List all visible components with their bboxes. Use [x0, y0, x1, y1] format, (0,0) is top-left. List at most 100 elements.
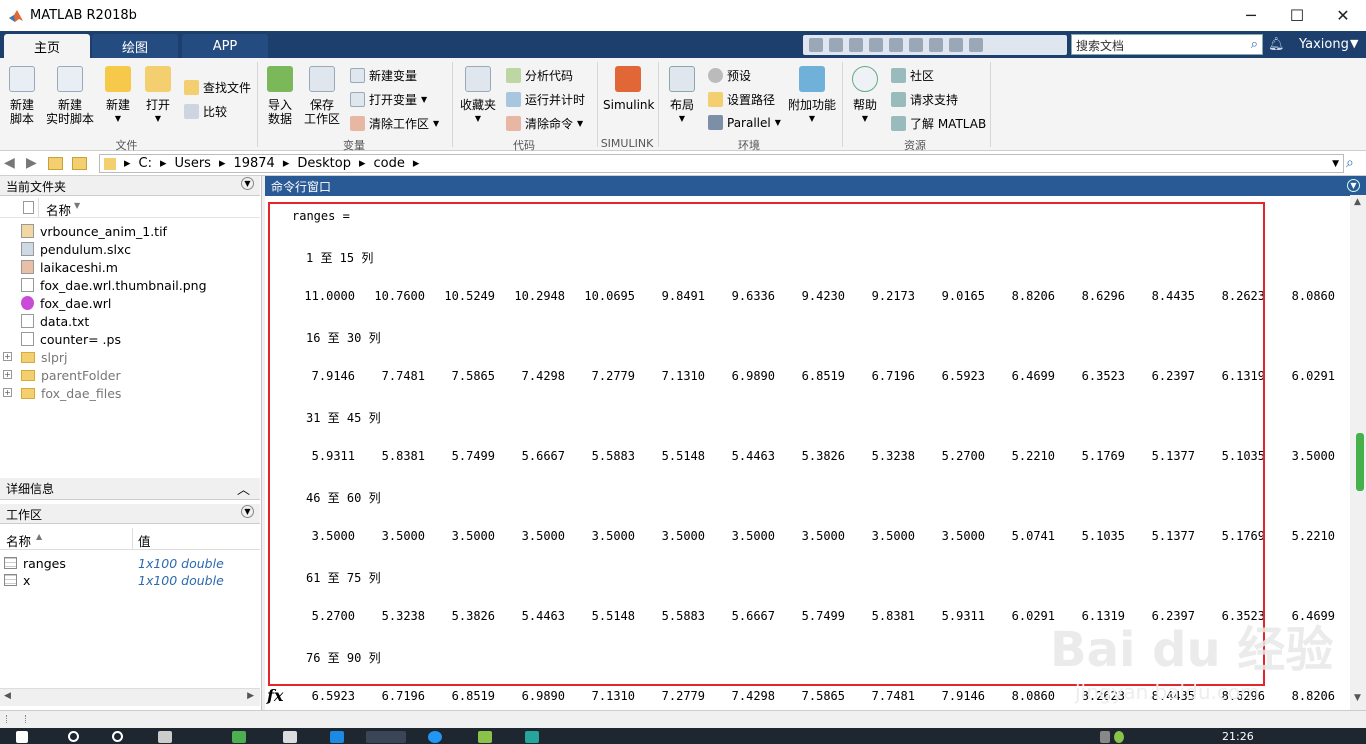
new-script-button[interactable]: 新建 脚本 — [5, 66, 39, 126]
scrollbar-thumb[interactable] — [1356, 433, 1364, 491]
search-icon[interactable]: ⌕ — [1251, 37, 1258, 52]
scroll-up-icon[interactable]: ▲ — [1354, 197, 1361, 207]
workspace-table-header[interactable]: 名称 ▲ 值 — [0, 528, 260, 550]
cortana-icon[interactable] — [112, 731, 123, 742]
clear-workspace-button[interactable]: 清除工作区 ▼ — [350, 115, 439, 132]
workspace-variable-row[interactable]: ranges 1x100 double — [0, 554, 258, 572]
save-icon[interactable] — [829, 38, 843, 52]
workspace-variable-row[interactable]: x 1x100 double — [0, 571, 258, 589]
panel-menu-icon[interactable]: ▼ — [241, 177, 254, 190]
taskbar-clock[interactable]: 21:26 — [1222, 730, 1254, 743]
search-icon[interactable]: ⌕ — [1346, 155, 1354, 171]
app-round-blue-icon[interactable] — [428, 731, 442, 743]
breadcrumb-user[interactable]: 19874 — [233, 156, 274, 171]
switch-windows-icon[interactable] — [949, 38, 963, 52]
command-window-output[interactable]: ranges = 1 至 15 列 11.0000 10.7600 10.5249 10… — [265, 196, 1351, 710]
forward-arrow-icon[interactable]: ▶ — [26, 155, 37, 171]
close-button[interactable]: ✕ — [1320, 0, 1366, 31]
file-list-item[interactable]: fox_dae.wrl.thumbnail.png — [0, 276, 258, 294]
file-list-item[interactable]: counter= .ps — [0, 330, 258, 348]
file-list-item[interactable]: + parentFolder — [0, 366, 258, 384]
app-lime-icon[interactable] — [478, 731, 492, 743]
cut-icon[interactable] — [849, 38, 863, 52]
breadcrumb-desktop[interactable]: Desktop — [297, 156, 351, 171]
breadcrumb-users[interactable]: Users — [175, 156, 211, 171]
community-button[interactable]: 社区 — [891, 67, 934, 84]
user-account[interactable]: Yaxiong — [1299, 37, 1349, 52]
back-arrow-icon[interactable]: ◀ — [4, 155, 15, 171]
preferences-button[interactable]: 预设 — [708, 67, 751, 84]
chevron-up-icon[interactable]: ︿ — [237, 479, 250, 498]
new-button[interactable]: 新建 ▼ — [101, 66, 135, 126]
tray-icon[interactable] — [1114, 731, 1124, 743]
scroll-down-icon[interactable]: ▼ — [1354, 693, 1361, 703]
chevron-down-icon[interactable]: ▼ — [1332, 159, 1339, 169]
maximize-button[interactable]: ☐ — [1274, 0, 1320, 31]
expand-plus-icon[interactable]: + — [3, 388, 12, 397]
file-list-item[interactable]: + fox_dae_files — [0, 384, 258, 402]
find-files-button[interactable]: 查找文件 — [184, 79, 251, 96]
file-list-item[interactable]: + slprj — [0, 348, 258, 366]
current-folder-path[interactable]: ▸ C: ▸ Users ▸ 19874 ▸ Desktop ▸ code ▸ … — [99, 154, 1344, 173]
parallel-button[interactable]: Parallel ▼ — [708, 115, 781, 130]
new-variable-button[interactable]: 新建变量 — [350, 67, 417, 84]
add-ons-button[interactable]: 附加功能 ▼ — [788, 66, 836, 126]
open-button[interactable]: 打开 ▼ — [141, 66, 175, 126]
breadcrumb-c[interactable]: C: — [139, 156, 152, 171]
file-list-item[interactable]: laikaceshi.m — [0, 258, 258, 276]
file-list-item[interactable]: vrbounce_anim_1.tif — [0, 222, 258, 240]
app-teal-icon[interactable] — [525, 731, 539, 743]
expand-plus-icon[interactable]: + — [3, 370, 12, 379]
expand-plus-icon[interactable]: + — [3, 352, 12, 361]
start-icon[interactable] — [16, 731, 28, 743]
favorites-button[interactable]: 收藏夹 ▼ — [459, 66, 497, 126]
help-icon[interactable] — [969, 38, 983, 52]
browse-folder-icon[interactable] — [72, 157, 87, 170]
search-documentation-input[interactable]: 搜索文档 ⌕ — [1071, 34, 1263, 55]
simulink-button[interactable]: Simulink — [603, 66, 654, 112]
run-and-time-button[interactable]: 运行并计时 — [506, 91, 585, 108]
file-list-item[interactable]: fox_dae.wrl — [0, 294, 258, 312]
import-data-button[interactable]: 导入 数据 — [263, 66, 297, 126]
app-white-icon[interactable] — [283, 731, 297, 743]
matlab-taskbar-icon[interactable] — [366, 731, 406, 743]
copy-icon[interactable] — [869, 38, 883, 52]
redo-icon[interactable] — [929, 38, 943, 52]
save-workspace-button[interactable]: 保存 工作区 — [303, 66, 341, 126]
file-list-item[interactable]: data.txt — [0, 312, 258, 330]
layout-button[interactable]: 布局 ▼ — [666, 66, 698, 126]
file-list-header[interactable]: 名称 ▼ — [0, 198, 260, 218]
chevron-down-icon[interactable]: ▼ — [1350, 37, 1358, 50]
task-view-icon[interactable] — [158, 731, 172, 743]
analyze-code-button[interactable]: 分析代码 — [506, 67, 573, 84]
new-live-script-button[interactable]: 新建 实时脚本 — [46, 66, 94, 126]
set-path-button[interactable]: 设置路径 — [708, 91, 775, 108]
details-header[interactable]: 详细信息 ︿ — [0, 478, 260, 500]
compare-button[interactable]: 比较 — [184, 103, 227, 120]
open-variable-button[interactable]: 打开变量 ▼ — [350, 91, 427, 108]
minimize-button[interactable]: ─ — [1228, 0, 1274, 31]
panel-menu-icon[interactable]: ▼ — [241, 505, 254, 518]
tab-home[interactable]: 主页 — [4, 34, 90, 58]
tab-apps[interactable]: APP — [182, 34, 268, 58]
vertical-scrollbar[interactable]: ▲ ▼ — [1350, 195, 1366, 710]
scroll-right-icon[interactable]: ▶ — [247, 691, 254, 701]
file-list-item[interactable]: pendulum.slxc — [0, 240, 258, 258]
tray-icon[interactable] — [1100, 731, 1110, 743]
function-browser-icon[interactable]: fx — [267, 686, 283, 705]
panel-menu-icon[interactable]: ▼ — [1347, 179, 1360, 192]
search-icon[interactable] — [68, 731, 79, 742]
breadcrumb-code[interactable]: code — [374, 156, 405, 171]
run-icon[interactable] — [809, 38, 823, 52]
paste-icon[interactable] — [889, 38, 903, 52]
app-blue-icon[interactable] — [330, 731, 344, 743]
horizontal-scrollbar[interactable]: ◀ ▶ — [0, 688, 260, 706]
up-folder-icon[interactable] — [48, 157, 63, 170]
scroll-left-icon[interactable]: ◀ — [4, 691, 11, 701]
clear-commands-button[interactable]: 清除命令 ▼ — [506, 115, 583, 132]
tab-plots[interactable]: 绘图 — [92, 34, 178, 58]
app-green-icon[interactable] — [232, 731, 246, 743]
notification-bell-icon[interactable]: 🔔︎ — [1268, 37, 1285, 52]
request-support-button[interactable]: 请求支持 — [891, 91, 958, 108]
learn-matlab-button[interactable]: 了解 MATLAB — [891, 115, 986, 132]
